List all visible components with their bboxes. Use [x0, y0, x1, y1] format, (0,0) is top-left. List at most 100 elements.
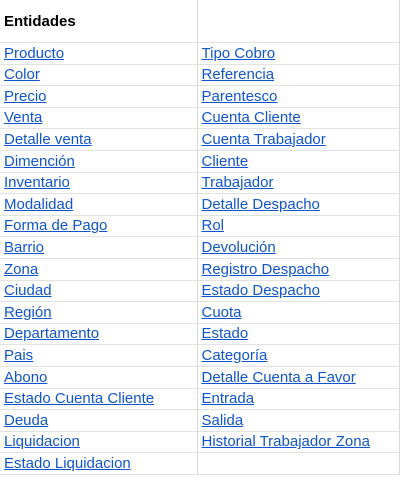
- entity-link[interactable]: Región: [4, 304, 52, 321]
- entity-link[interactable]: Salida: [202, 412, 244, 429]
- table-cell[interactable]: Detalle Cuenta a Favor: [197, 366, 400, 389]
- entity-link[interactable]: Producto: [4, 45, 64, 62]
- table-cell[interactable]: Parentesco: [197, 85, 400, 108]
- table-cell[interactable]: Pais: [0, 344, 198, 367]
- entity-link[interactable]: Modalidad: [4, 196, 73, 213]
- table-row: Precio Parentesco: [0, 85, 400, 108]
- table-row: Abono Detalle Cuenta a Favor: [0, 366, 400, 389]
- table-row: Estado Cuenta Cliente Entrada: [0, 388, 400, 411]
- table-cell[interactable]: Precio: [0, 85, 198, 108]
- entity-link[interactable]: Estado: [202, 325, 249, 342]
- header-cell-empty[interactable]: [197, 0, 400, 43]
- entity-link[interactable]: Pais: [4, 347, 33, 364]
- entity-link[interactable]: Venta: [4, 109, 42, 126]
- table-cell[interactable]: Rol: [197, 215, 400, 238]
- entity-link[interactable]: Color: [4, 66, 40, 83]
- table-row: Zona Registro Despacho: [0, 258, 400, 281]
- table-row: Modalidad Detalle Despacho: [0, 193, 400, 216]
- table-row: Producto Tipo Cobro: [0, 42, 400, 65]
- table-cell[interactable]: Modalidad: [0, 193, 198, 216]
- table-row: Inventario Trabajador: [0, 172, 400, 195]
- entity-link[interactable]: Cuenta Trabajador: [202, 131, 326, 148]
- entity-link[interactable]: Detalle Cuenta a Favor: [202, 369, 356, 386]
- entity-link[interactable]: Trabajador: [202, 174, 274, 191]
- table-cell[interactable]: Detalle venta: [0, 128, 198, 151]
- table-cell[interactable]: Cliente: [197, 150, 400, 173]
- table-cell[interactable]: Ciudad: [0, 280, 198, 303]
- table-cell[interactable]: Registro Despacho: [197, 258, 400, 281]
- table-row: Deuda Salida: [0, 409, 400, 432]
- entity-link[interactable]: Abono: [4, 369, 47, 386]
- entity-link[interactable]: Categoría: [202, 347, 268, 364]
- entity-link[interactable]: Detalle venta: [4, 131, 92, 148]
- table-cell[interactable]: Liquidacion: [0, 431, 198, 454]
- header-row: Entidades: [0, 0, 400, 43]
- entity-link[interactable]: Devolución: [202, 239, 276, 256]
- table-cell[interactable]: Historial Trabajador Zona: [197, 431, 400, 454]
- table-cell[interactable]: Estado Despacho: [197, 280, 400, 303]
- table-cell[interactable]: Salida: [197, 409, 400, 432]
- table-row: Liquidacion Historial Trabajador Zona: [0, 431, 400, 454]
- entity-link[interactable]: Cuenta Cliente: [202, 109, 301, 126]
- entity-link[interactable]: Referencia: [202, 66, 275, 83]
- table-cell[interactable]: Categoría: [197, 344, 400, 367]
- table-row: Barrio Devolución: [0, 236, 400, 259]
- entity-link[interactable]: Forma de Pago: [4, 217, 107, 234]
- table-cell[interactable]: Dimención: [0, 150, 198, 173]
- entity-link[interactable]: Cuota: [202, 304, 242, 321]
- table-cell[interactable]: Trabajador: [197, 172, 400, 195]
- entity-link[interactable]: Tipo Cobro: [202, 45, 276, 62]
- table-cell[interactable]: Estado: [197, 323, 400, 346]
- entity-link[interactable]: Rol: [202, 217, 225, 234]
- entity-link[interactable]: Inventario: [4, 174, 70, 191]
- table-cell[interactable]: Entrada: [197, 388, 400, 411]
- table-cell[interactable]: Deuda: [0, 409, 198, 432]
- table-cell[interactable]: Estado Liquidacion: [0, 452, 198, 475]
- table-cell[interactable]: [197, 452, 400, 475]
- entity-link[interactable]: Registro Despacho: [202, 261, 330, 278]
- entity-link[interactable]: Detalle Despacho: [202, 196, 320, 213]
- table-cell[interactable]: Barrio: [0, 236, 198, 259]
- entity-link[interactable]: Departamento: [4, 325, 99, 342]
- table-cell[interactable]: Forma de Pago: [0, 215, 198, 238]
- table-cell[interactable]: Zona: [0, 258, 198, 281]
- table-cell[interactable]: Detalle Despacho: [197, 193, 400, 216]
- table-cell[interactable]: Venta: [0, 107, 198, 130]
- table-cell[interactable]: Región: [0, 301, 198, 324]
- table-cell[interactable]: Estado Cuenta Cliente: [0, 388, 198, 411]
- table-row: Ciudad Estado Despacho: [0, 280, 400, 303]
- header-cell-entidades[interactable]: Entidades: [0, 0, 198, 43]
- table-body: Entidades Producto Tipo Cobro Color Referen…: [0, 0, 400, 475]
- entity-link[interactable]: Precio: [4, 88, 47, 105]
- table-cell[interactable]: Inventario: [0, 172, 198, 195]
- table-cell[interactable]: Color: [0, 64, 198, 87]
- table-row: Detalle venta Cuenta Trabajador: [0, 128, 400, 151]
- table-cell[interactable]: Abono: [0, 366, 198, 389]
- entity-link[interactable]: Entrada: [202, 390, 255, 407]
- entity-link[interactable]: Barrio: [4, 239, 44, 256]
- entity-link[interactable]: Zona: [4, 261, 38, 278]
- entity-link[interactable]: Deuda: [4, 412, 48, 429]
- table-cell[interactable]: Devolución: [197, 236, 400, 259]
- entity-link[interactable]: Parentesco: [202, 88, 278, 105]
- entity-link[interactable]: Ciudad: [4, 282, 52, 299]
- table-cell[interactable]: Departamento: [0, 323, 198, 346]
- table-cell[interactable]: Tipo Cobro: [197, 42, 400, 65]
- spreadsheet-grid: Entidades Producto Tipo Cobro Color Referen…: [0, 0, 400, 489]
- table-cell[interactable]: Referencia: [197, 64, 400, 87]
- table-cell[interactable]: Cuenta Cliente: [197, 107, 400, 130]
- entity-link[interactable]: Dimención: [4, 153, 75, 170]
- entity-link[interactable]: Liquidacion: [4, 433, 80, 450]
- entity-link[interactable]: Estado Despacho: [202, 282, 320, 299]
- entity-link[interactable]: Cliente: [202, 153, 249, 170]
- table-row: Dimención Cliente: [0, 150, 400, 173]
- entity-link[interactable]: Historial Trabajador Zona: [202, 433, 370, 450]
- table-cell[interactable]: Cuota: [197, 301, 400, 324]
- table-row: Región Cuota: [0, 301, 400, 324]
- table-row: Departamento Estado: [0, 323, 400, 346]
- table-cell[interactable]: Producto: [0, 42, 198, 65]
- entities-table: Entidades Producto Tipo Cobro Color Referen…: [0, 0, 400, 475]
- entity-link[interactable]: Estado Cuenta Cliente: [4, 390, 154, 407]
- entity-link[interactable]: Estado Liquidacion: [4, 455, 131, 472]
- table-cell[interactable]: Cuenta Trabajador: [197, 128, 400, 151]
